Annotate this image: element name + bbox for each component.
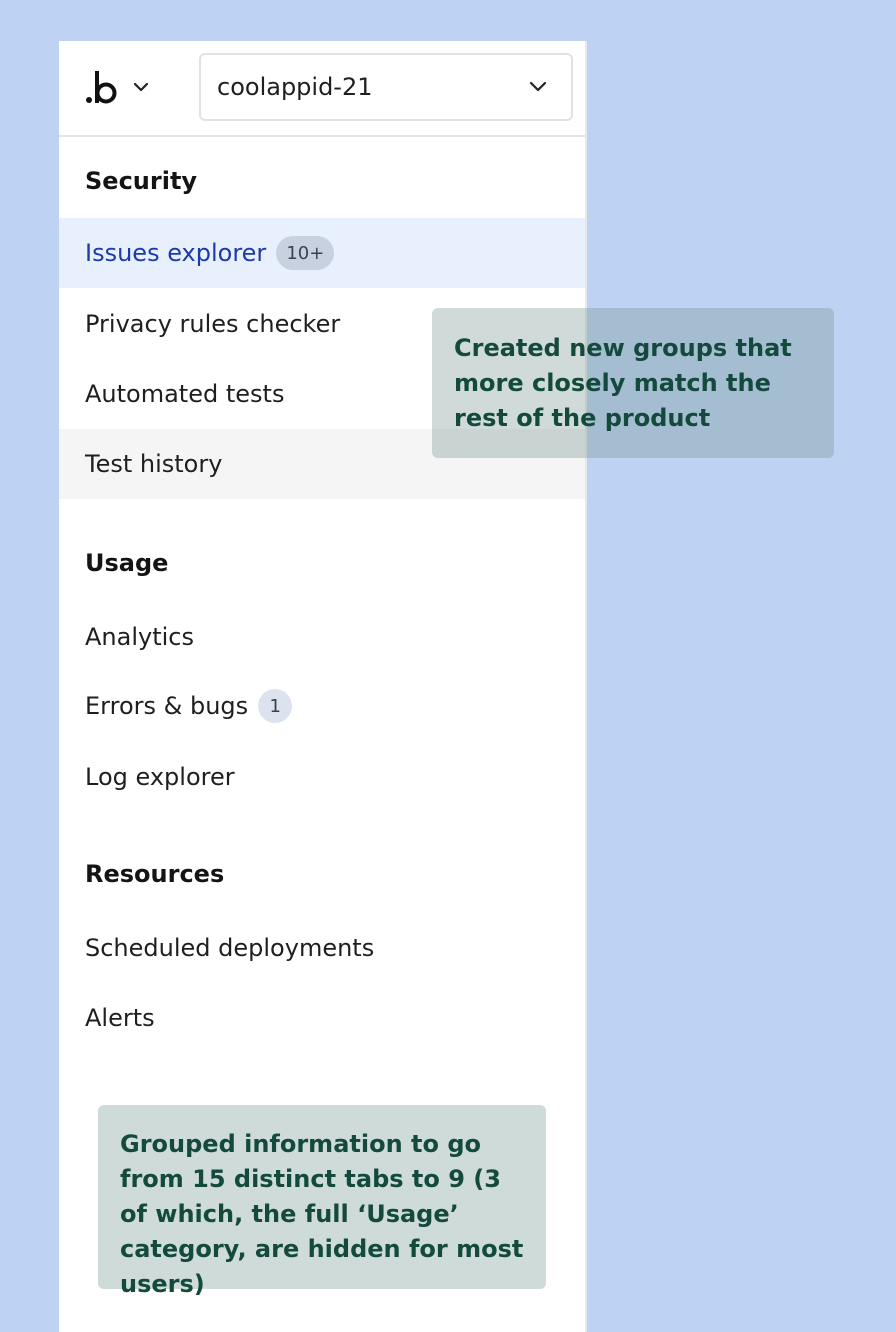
nav-item-alerts[interactable]: Alerts: [59, 983, 585, 1053]
brand-logo-icon: [86, 71, 117, 104]
nav-item-label: Analytics: [85, 623, 194, 651]
nav-item-label: Automated tests: [85, 380, 285, 408]
count-badge: 10+: [276, 236, 335, 270]
app-selector[interactable]: coolappid-21: [199, 53, 573, 121]
section-title-usage: Usage: [85, 549, 169, 577]
workspace-switcher[interactable]: [85, 65, 165, 109]
nav-item-log-explorer[interactable]: Log explorer: [59, 742, 585, 812]
nav-item-analytics[interactable]: Analytics: [59, 602, 585, 672]
nav-item-errors-bugs[interactable]: Errors & bugs 1: [59, 671, 585, 741]
nav-item-issues-explorer[interactable]: Issues explorer 10+: [59, 218, 585, 288]
sidebar-header: coolappid-21: [59, 41, 585, 137]
count-badge: 1: [258, 689, 293, 723]
app-selector-value: coolappid-21: [217, 73, 373, 101]
section-title-security: Security: [85, 167, 198, 195]
annotation-note-grouping: Grouped information to go from 15 distin…: [98, 1105, 546, 1298]
nav-item-label: Issues explorer: [85, 239, 267, 267]
nav-item-label: Errors & bugs: [85, 692, 249, 720]
nav-item-label: Privacy rules checker: [85, 310, 341, 338]
chevron-down-icon: [529, 81, 547, 92]
chevron-down-icon: [133, 82, 149, 92]
nav-item-label: Test history: [85, 450, 223, 478]
nav-item-label: Log explorer: [85, 763, 235, 791]
nav-item-label: Alerts: [85, 1004, 155, 1032]
nav-item-label: Scheduled deployments: [85, 934, 375, 962]
annotation-note-groups: Created new groups that more closely mat…: [432, 308, 834, 458]
section-title-resources: Resources: [85, 860, 225, 888]
nav-item-scheduled-deployments[interactable]: Scheduled deployments: [59, 913, 585, 983]
